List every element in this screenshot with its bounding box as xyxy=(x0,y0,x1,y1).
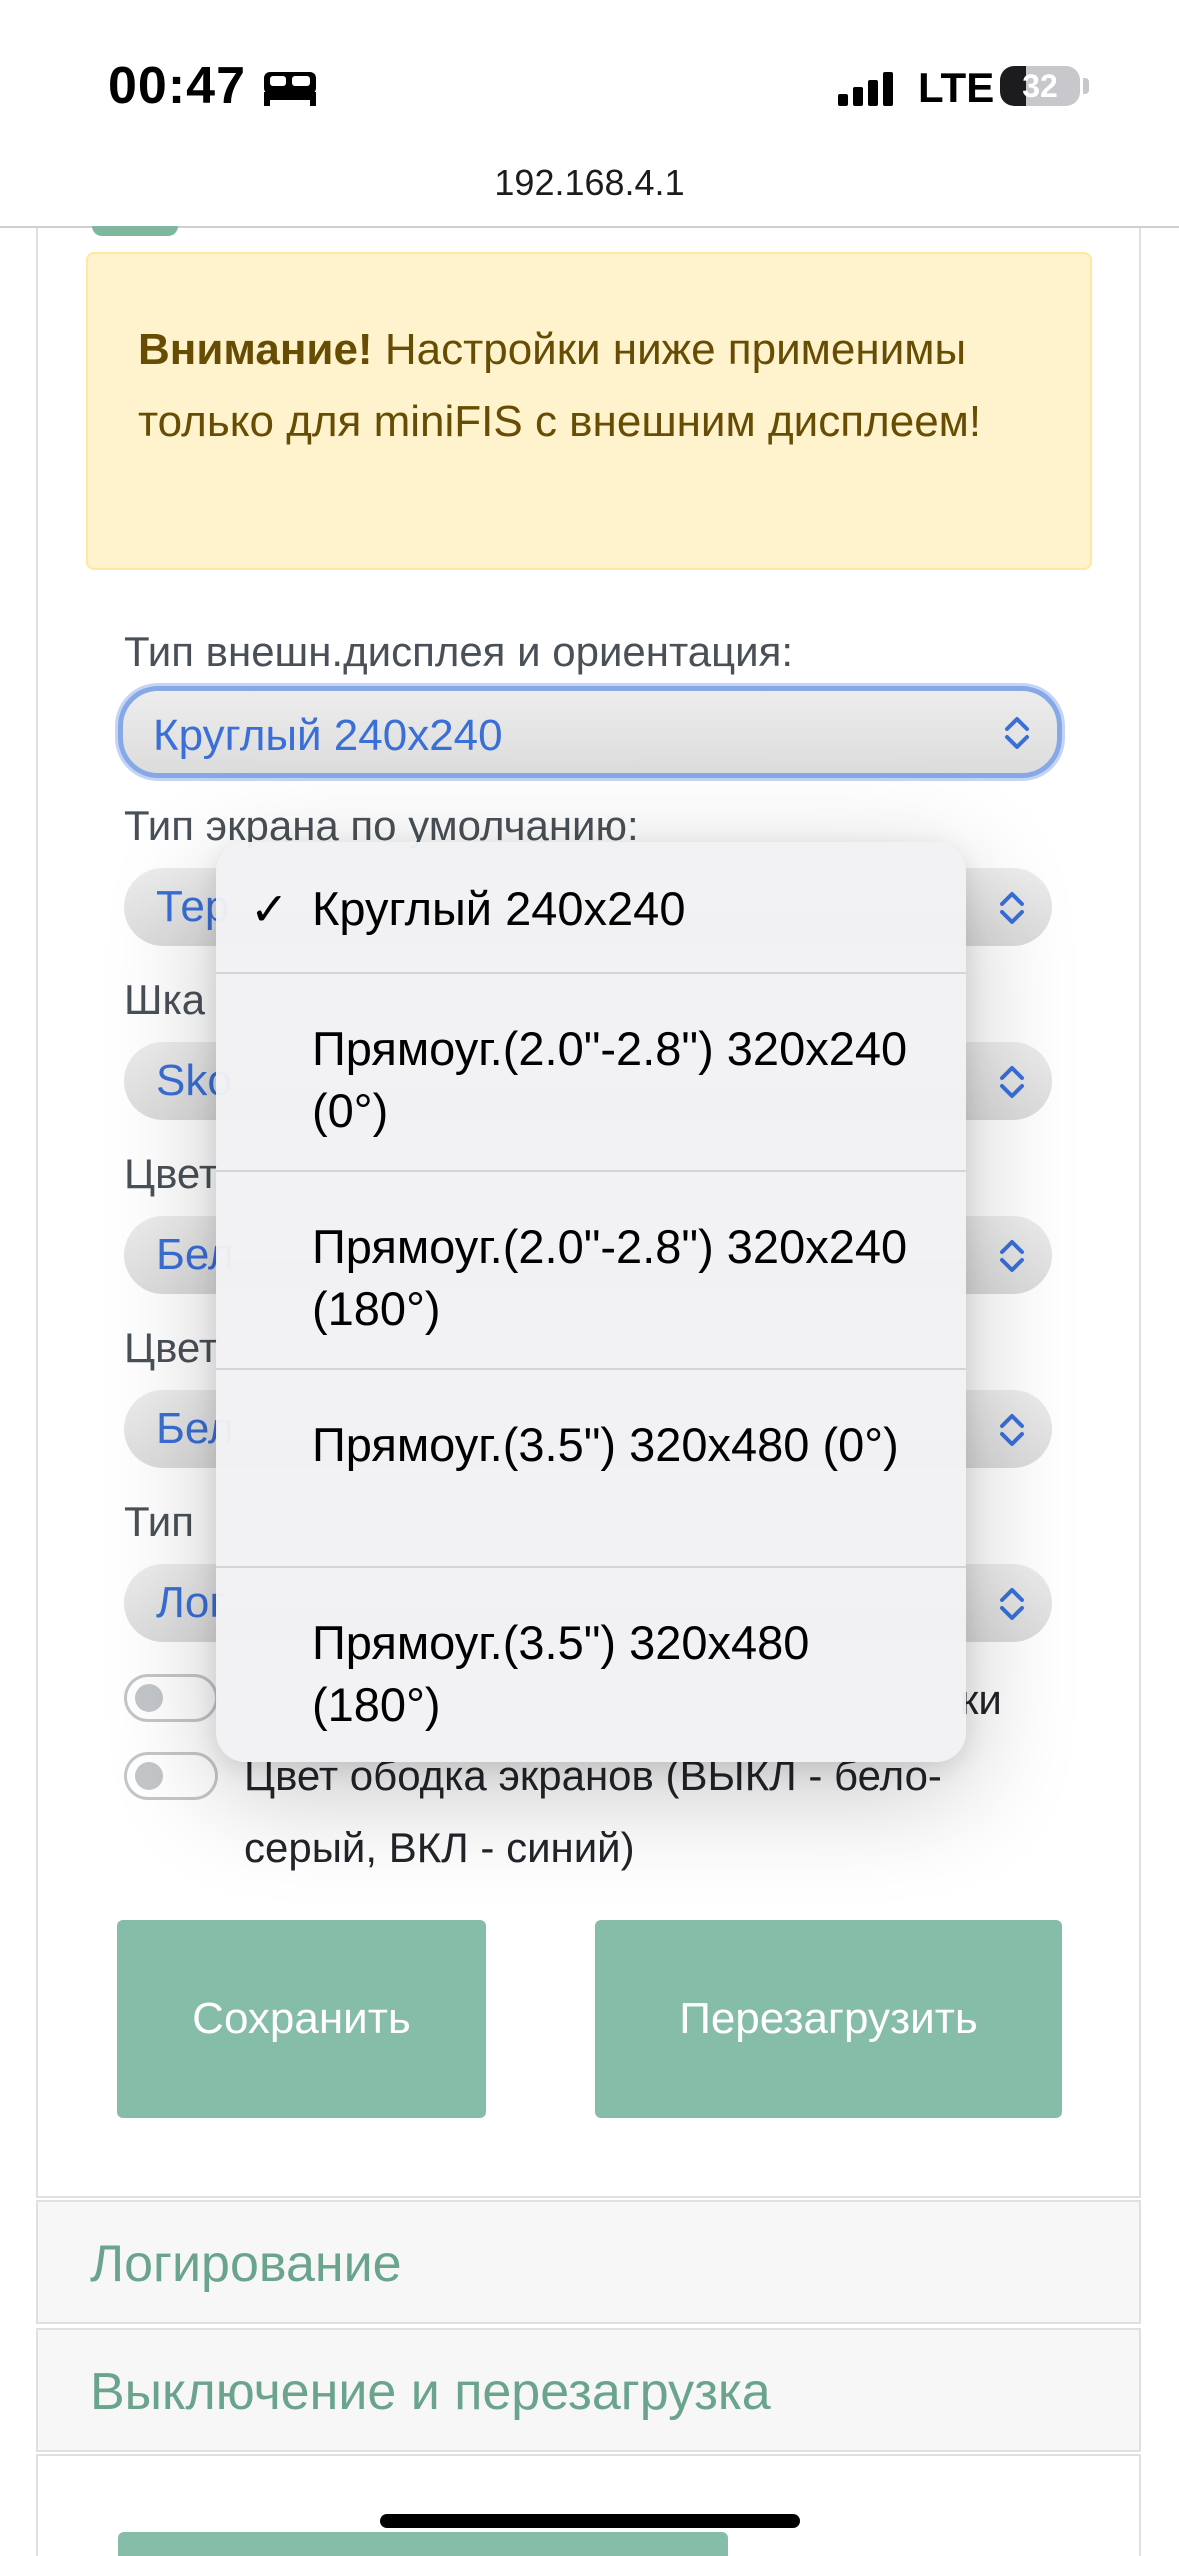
alert-strong: Внимание! xyxy=(138,325,373,374)
display-type-label: Тип внешн.дисплея и ориентация: xyxy=(124,628,794,675)
chevron-updown-icon xyxy=(1000,1240,1024,1272)
toggle-partial xyxy=(92,226,178,236)
toggle-switch-1[interactable] xyxy=(124,1674,218,1722)
accordion-shutdown[interactable]: Выключение и перезагрузка xyxy=(36,2328,1141,2452)
signal-icon xyxy=(838,72,893,106)
color1-label: Цвет xyxy=(124,1150,219,1197)
toggle-1-label: ки xyxy=(960,1676,1002,1723)
option-label: Прямоуг.(3.5") 320x480 (180°) xyxy=(312,1616,810,1731)
option-label: Прямоуг.(2.0"-2.8") 320x240 (0°) xyxy=(312,1022,908,1137)
toggle-switch-2[interactable] xyxy=(124,1752,218,1800)
chevron-updown-icon xyxy=(1000,1588,1024,1620)
chevron-updown-icon xyxy=(1000,892,1024,924)
chevron-updown-icon xyxy=(1000,1414,1024,1446)
chevron-updown-icon xyxy=(1000,1066,1024,1098)
option-label: Круглый 240x240 xyxy=(312,882,686,935)
shutdown-button-partial[interactable] xyxy=(118,2532,728,2556)
battery-cap xyxy=(1083,78,1089,94)
option-label: Прямоуг.(2.0"-2.8") 320x240 (180°) xyxy=(312,1220,908,1335)
bed-icon xyxy=(264,72,316,106)
display-type-value: Круглый 240x240 xyxy=(153,711,503,760)
type-label: Тип xyxy=(124,1498,195,1545)
option-label: Прямоуг.(3.5") 320x480 (0°) xyxy=(312,1418,899,1471)
display-type-dropdown: ✓ Круглый 240x240 Прямоуг.(2.0"-2.8") 32… xyxy=(216,842,966,1762)
dropdown-option-rect-28-0[interactable]: Прямоуг.(2.0"-2.8") 320x240 (0°) xyxy=(216,974,966,1172)
dropdown-option-round[interactable]: ✓ Круглый 240x240 xyxy=(216,842,966,974)
toggle-knob xyxy=(135,1762,163,1790)
save-button[interactable]: Сохранить xyxy=(117,1920,486,2118)
accordion-logging[interactable]: Логирование xyxy=(36,2200,1141,2324)
home-indicator[interactable] xyxy=(380,2514,800,2528)
screen: 00:47 LTE 32 192.168.4.1 Внимание! Настр… xyxy=(0,0,1179,2556)
network-type: LTE xyxy=(918,64,995,111)
battery-level: 32 xyxy=(1022,68,1058,104)
color2-label: Цвет xyxy=(124,1324,219,1371)
address-bar[interactable]: 192.168.4.1 xyxy=(0,150,1179,228)
warning-alert: Внимание! Настройки ниже применимы тольк… xyxy=(86,252,1092,570)
dropdown-option-rect-28-180[interactable]: Прямоуг.(2.0"-2.8") 320x240 (180°) xyxy=(216,1172,966,1370)
battery-icon: 32 xyxy=(1000,66,1080,106)
type-value: Лог xyxy=(156,1578,226,1627)
display-type-select[interactable]: Круглый 240x240 xyxy=(118,686,1062,778)
chevron-updown-icon xyxy=(1005,717,1029,749)
checkmark-icon: ✓ xyxy=(250,883,289,935)
status-bar: 00:47 LTE 32 xyxy=(0,0,1179,150)
clock: 00:47 xyxy=(108,57,246,115)
dropdown-option-rect-35-0[interactable]: Прямоуг.(3.5") 320x480 (0°) xyxy=(216,1370,966,1568)
toggle-knob xyxy=(135,1684,163,1712)
dropdown-option-rect-35-180[interactable]: Прямоуг.(3.5") 320x480 (180°) xyxy=(216,1568,966,1762)
url-text: 192.168.4.1 xyxy=(494,162,685,203)
reboot-button[interactable]: Перезагрузить xyxy=(595,1920,1062,2118)
scale-label: Шка xyxy=(124,976,206,1023)
